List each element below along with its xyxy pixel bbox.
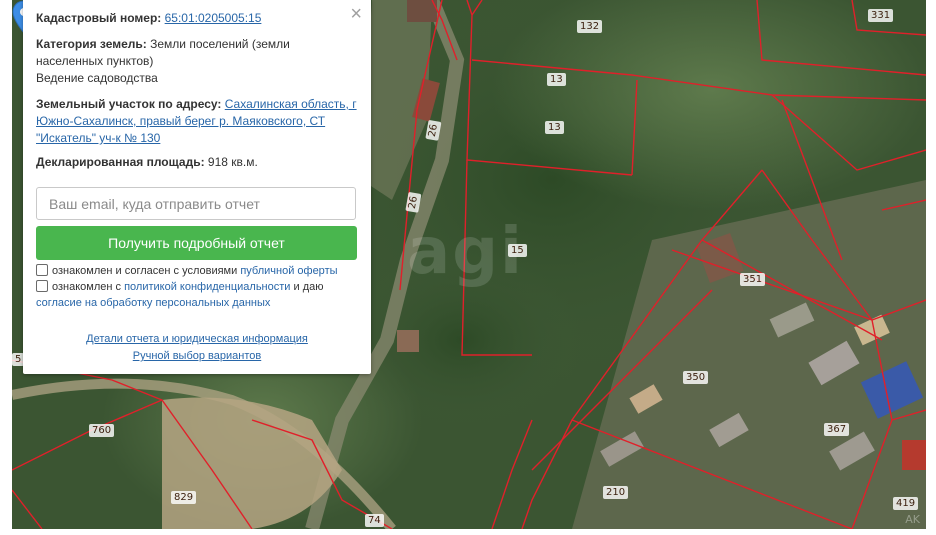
plot-number-label[interactable]: 132 — [577, 20, 603, 33]
area-label: Декларированная площадь: — [36, 155, 205, 169]
manual-selection-link[interactable]: Ручной выбор вариантов — [133, 350, 261, 362]
land-category-label: Категория земель: — [36, 37, 147, 51]
privacy-middle-text: и даю — [293, 281, 324, 293]
personal-data-consent-link[interactable]: согласие на обработку персональных данны… — [36, 297, 270, 309]
plot-info-popup: × Кадастровый номер: 65:01:0205005:15 Ка… — [23, 0, 371, 374]
plot-number-label[interactable]: 331 — [868, 9, 894, 22]
plot-number-label[interactable]: 210 — [603, 486, 629, 499]
plot-number-label[interactable]: 419 — [893, 497, 919, 510]
map-watermark: agi — [407, 215, 524, 289]
plot-number-label[interactable]: 15 — [508, 244, 527, 257]
privacy-policy-link[interactable]: политикой конфиденциальности — [124, 281, 290, 293]
terms-checkbox[interactable] — [36, 264, 48, 276]
get-report-button[interactable]: Получить подробный отчет — [36, 226, 357, 260]
plot-number-label[interactable]: 74 — [365, 514, 384, 527]
cadastral-number-link[interactable]: 65:01:0205005:15 — [165, 11, 262, 25]
plot-number-label[interactable]: 13 — [545, 121, 564, 134]
address-row: Земельный участок по адресу: Сахалинская… — [36, 96, 358, 147]
plot-number-label[interactable]: 350 — [683, 371, 709, 384]
terms-consent-row: ознакомлен и согласен с условиями публич… — [36, 263, 358, 279]
area-row: Декларированная площадь: 918 кв.м. — [36, 154, 358, 171]
area-value: 918 кв.м. — [207, 155, 258, 169]
report-details-link[interactable]: Детали отчета и юридическая информация — [86, 333, 308, 345]
manual-selection-row: Ручной выбор вариантов — [23, 350, 371, 362]
public-offer-link[interactable]: публичной оферты — [240, 265, 337, 277]
report-details-row: Детали отчета и юридическая информация — [23, 333, 371, 345]
land-category-row: Категория земель: Земли поселений (земли… — [36, 36, 358, 70]
terms-text: ознакомлен и согласен с условиями — [52, 265, 238, 277]
plot-number-label[interactable]: 367 — [824, 423, 850, 436]
plot-number-label[interactable]: 351 — [740, 273, 766, 286]
map-corner-watermark: AK — [905, 513, 920, 526]
privacy-consent-row: ознакомлен с политикой конфиденциальност… — [36, 279, 358, 311]
plot-number-label[interactable]: 829 — [171, 491, 197, 504]
plot-number-label[interactable]: 760 — [89, 424, 115, 437]
cadastral-number-label: Кадастровый номер: — [36, 11, 162, 25]
address-label: Земельный участок по адресу: — [36, 97, 222, 111]
land-usage-text: Ведение садоводства — [36, 71, 158, 85]
privacy-checkbox[interactable] — [36, 280, 48, 292]
email-field[interactable] — [36, 187, 356, 220]
plot-number-label[interactable]: 13 — [547, 73, 566, 86]
privacy-text: ознакомлен с — [52, 281, 122, 293]
cadastral-number-row: Кадастровый номер: 65:01:0205005:15 — [36, 10, 358, 27]
